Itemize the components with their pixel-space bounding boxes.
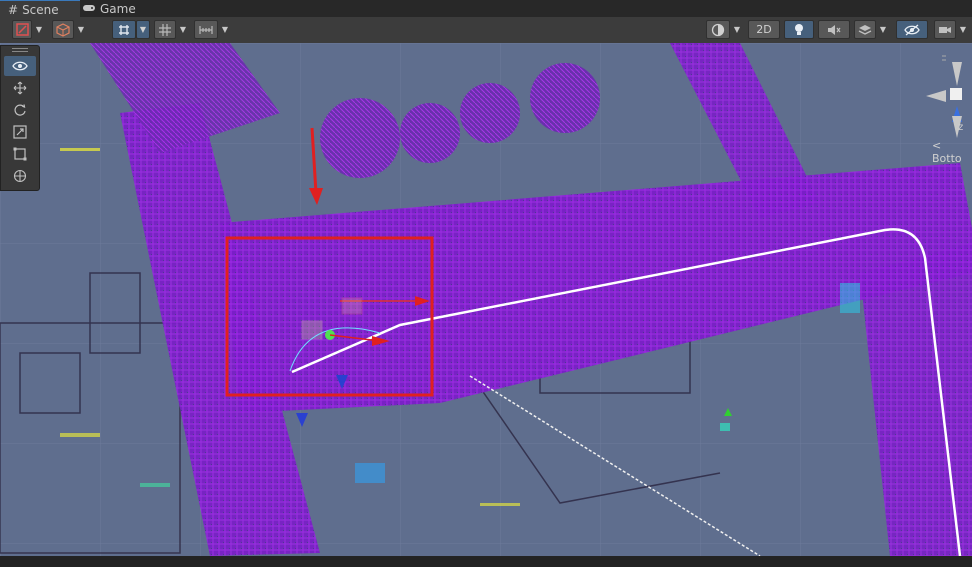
rotate-icon (14, 104, 26, 116)
eye-icon (12, 61, 28, 71)
eye-slash-icon (904, 24, 920, 35)
grid-snap-dropdown[interactable]: ▼ (136, 20, 150, 39)
render-mode-button[interactable] (52, 20, 74, 39)
lighting-toggle-button[interactable] (784, 20, 814, 39)
hash-icon: # (8, 2, 19, 17)
gamepad-icon (82, 2, 96, 16)
scale-icon (13, 125, 27, 139)
draw-mode-icon (15, 23, 29, 36)
tools-overlay (0, 45, 40, 191)
drag-handle[interactable] (1, 46, 39, 54)
grid-button[interactable] (154, 20, 176, 39)
2d-label: 2D (756, 23, 772, 36)
rect-transform-icon (13, 147, 27, 161)
render-mode-dropdown-icon[interactable]: ▼ (74, 20, 88, 39)
grid-snap-icon (119, 24, 129, 35)
increment-snap-dropdown-icon[interactable]: ▼ (218, 20, 232, 39)
view-tool-button[interactable] (4, 56, 36, 76)
2d-toggle-button[interactable]: 2D (748, 20, 780, 39)
grid-snap-button[interactable] (112, 20, 136, 39)
lightbulb-icon (795, 23, 803, 35)
hidden-objects-toggle-button[interactable] (896, 20, 928, 39)
cube-icon (56, 22, 70, 37)
gizmo-axis-label: z (958, 122, 964, 133)
camera-icon (939, 26, 951, 33)
increment-snap-button[interactable] (194, 20, 218, 39)
camera-button[interactable] (934, 20, 956, 39)
tab-bar: # Scene Game (0, 0, 972, 18)
audio-toggle-button[interactable] (818, 20, 850, 39)
draw-mode-button[interactable] (12, 20, 32, 39)
move-arrows-icon (13, 81, 27, 95)
layers-icon (858, 25, 872, 35)
ruler-icon (199, 25, 213, 34)
scale-tool-button[interactable] (4, 122, 36, 142)
transform-icon (13, 169, 27, 183)
draw-mode-dropdown-icon[interactable]: ▼ (32, 20, 46, 39)
tab-scene-label: Scene (22, 2, 59, 17)
chevron-down-icon: ▼ (139, 25, 147, 34)
rotate-tool-button[interactable] (4, 100, 36, 120)
grid-icon (159, 23, 171, 36)
axis-gizmo-icon (926, 55, 962, 138)
shading-mode-dropdown-icon[interactable]: ▼ (730, 20, 744, 39)
move-tool-button[interactable] (4, 78, 36, 98)
scene-viewport[interactable] (0, 43, 972, 556)
gizmo-view-label[interactable]: < Botto (932, 139, 972, 165)
status-bar (0, 556, 972, 567)
tab-game-label: Game (100, 1, 136, 16)
rect-tool-button[interactable] (4, 144, 36, 164)
grid-dropdown-icon[interactable]: ▼ (176, 20, 190, 39)
speaker-mute-icon (828, 24, 841, 35)
transform-tool-button[interactable] (4, 166, 36, 186)
orientation-gizmo[interactable] (916, 52, 972, 152)
scene-toolbar: ▼ ▼ ▼ ▼ ▼ ▼ 2D ▼ ▼ (0, 17, 972, 44)
effects-button[interactable] (854, 20, 876, 39)
shading-mode-button[interactable] (706, 20, 730, 39)
tab-game[interactable]: Game (74, 0, 144, 17)
tab-scene[interactable]: # Scene (0, 0, 80, 18)
camera-dropdown-icon[interactable]: ▼ (956, 20, 970, 39)
sphere-icon (711, 23, 725, 36)
point-cloud-scene (0, 43, 972, 556)
effects-dropdown-icon[interactable]: ▼ (876, 20, 890, 39)
